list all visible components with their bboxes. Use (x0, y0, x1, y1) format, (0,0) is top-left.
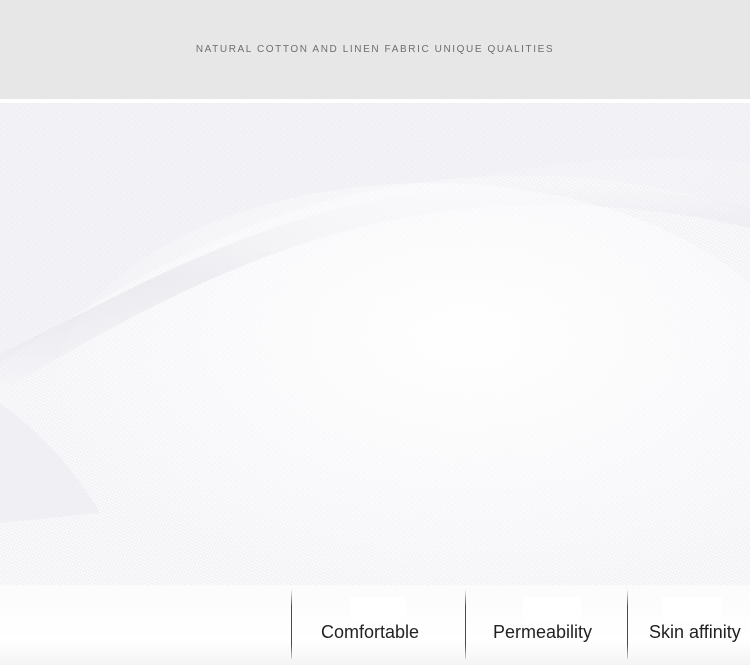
fabric-texture-image (0, 103, 750, 585)
feature-permeability: Permeability (466, 597, 627, 657)
comfortable-icon (350, 597, 406, 621)
feature-label: Skin affinity (649, 622, 741, 642)
header-band: NATURAL COTTON AND LINEN FABRIC UNIQUE Q… (0, 0, 750, 99)
feature-label: Permeability (493, 622, 593, 642)
product-detail-panel: NATURAL COTTON AND LINEN FABRIC UNIQUE Q… (0, 0, 750, 665)
feature-comfortable: Comfortable (292, 597, 465, 657)
feature-skin-affinity: Skin affinity (628, 597, 750, 657)
permeability-icon (523, 597, 581, 621)
fabric-photo (0, 103, 750, 585)
feature-label: Comfortable (321, 622, 420, 642)
section-title: NATURAL COTTON AND LINEN FABRIC UNIQUE Q… (195, 44, 555, 55)
skin-affinity-icon (662, 597, 722, 621)
